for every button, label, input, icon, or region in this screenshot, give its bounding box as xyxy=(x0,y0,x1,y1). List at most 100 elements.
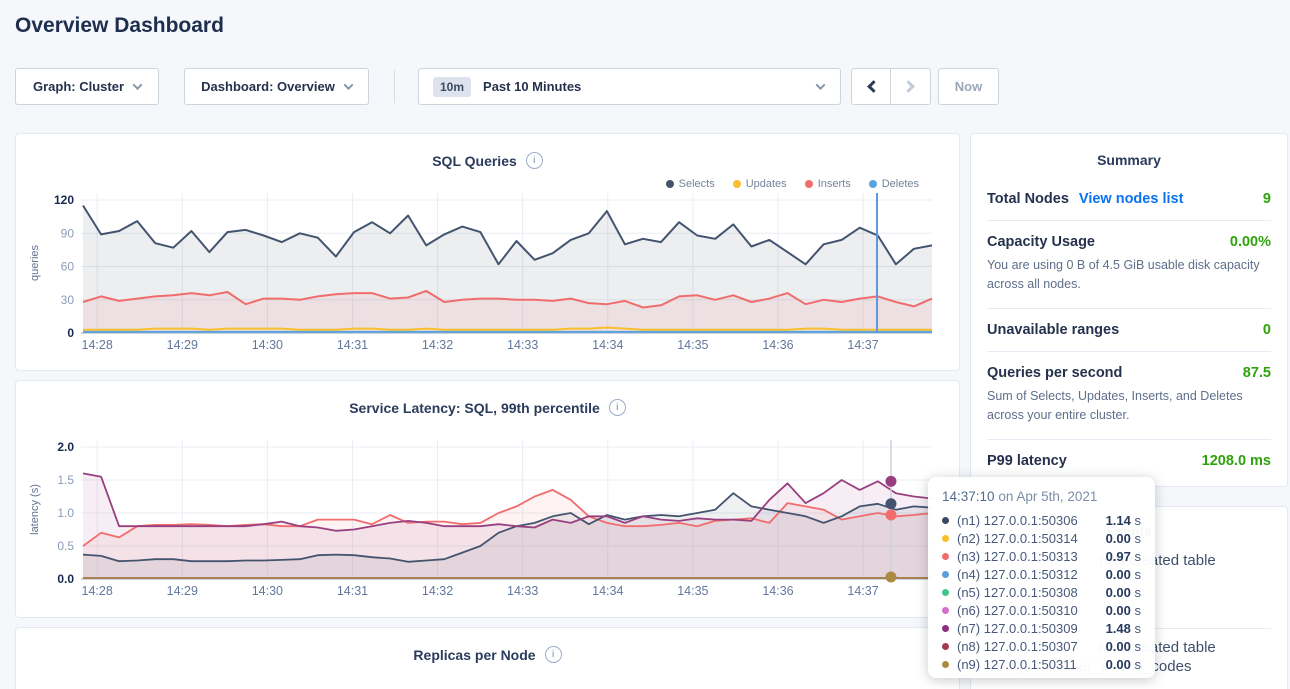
tooltip-node-value: 0.00 s xyxy=(1106,657,1141,672)
info-icon[interactable]: i xyxy=(609,399,626,416)
node-color-dot-icon xyxy=(942,661,949,668)
chevron-right-icon xyxy=(902,80,915,93)
svg-text:0.0: 0.0 xyxy=(57,572,74,586)
legend-dot-icon xyxy=(869,180,877,188)
node-color-dot-icon xyxy=(942,625,949,632)
unavailable-ranges-value: 0 xyxy=(1263,322,1271,338)
service-latency-title: Service Latency: SQL, 99th percentile xyxy=(349,400,600,416)
svg-text:14:28: 14:28 xyxy=(82,584,113,598)
tooltip-node-row: (n8) 127.0.0.1:50307 0.00 s xyxy=(942,637,1141,655)
time-range-select[interactable]: 10m Past 10 Minutes xyxy=(418,68,841,105)
toolbar-divider xyxy=(394,70,395,103)
svg-text:14:37: 14:37 xyxy=(847,584,878,598)
svg-text:14:28: 14:28 xyxy=(82,338,113,352)
p99-latency-value: 1208.0 ms xyxy=(1202,453,1271,469)
tooltip-node-value: 0.00 s xyxy=(1106,639,1141,654)
svg-text:14:32: 14:32 xyxy=(422,338,453,352)
svg-text:latency (s): latency (s) xyxy=(29,484,41,535)
total-nodes-value: 9 xyxy=(1263,191,1271,207)
now-button[interactable]: Now xyxy=(938,68,999,105)
sql-queries-chart[interactable]: 14:2814:2914:3014:3114:3214:3314:3414:35… xyxy=(16,189,961,357)
node-color-dot-icon xyxy=(942,589,949,596)
chevron-down-icon xyxy=(343,80,353,90)
replicas-per-node-panel: Replicas per Node i xyxy=(15,627,960,689)
chevron-left-icon xyxy=(867,80,880,93)
next-time-button[interactable] xyxy=(891,68,931,105)
svg-text:14:34: 14:34 xyxy=(592,584,623,598)
svg-text:120: 120 xyxy=(54,193,74,207)
svg-text:30: 30 xyxy=(61,293,75,307)
total-nodes-label: Total Nodes xyxy=(987,191,1069,207)
tooltip-node-value: 0.97 s xyxy=(1106,549,1141,564)
service-latency-panel: Service Latency: SQL, 99th percentile i … xyxy=(15,380,960,618)
tooltip-node-address: (n2) 127.0.0.1:50314 xyxy=(957,531,1078,546)
dashboard-dropdown[interactable]: Dashboard: Overview xyxy=(184,68,369,105)
tooltip-node-row: (n3) 127.0.0.1:50313 0.97 s xyxy=(942,547,1141,565)
tooltip-node-value: 0.00 s xyxy=(1106,603,1141,618)
tooltip-node-address: (n5) 127.0.0.1:50308 xyxy=(957,585,1078,600)
svg-text:2.0: 2.0 xyxy=(57,440,74,454)
chevron-down-icon xyxy=(133,80,143,90)
tooltip-node-row: (n2) 127.0.0.1:50314 0.00 s xyxy=(942,529,1141,547)
tooltip-node-address: (n3) 127.0.0.1:50313 xyxy=(957,549,1078,564)
tooltip-node-row: (n4) 127.0.0.1:503120.00 s xyxy=(942,565,1141,583)
tooltip-node-value: 0.00 s xyxy=(1106,531,1141,546)
svg-text:14:29: 14:29 xyxy=(167,584,198,598)
graph-dropdown[interactable]: Graph: Cluster xyxy=(15,68,159,105)
svg-text:14:30: 14:30 xyxy=(252,584,283,598)
svg-text:14:33: 14:33 xyxy=(507,584,538,598)
svg-text:14:37: 14:37 xyxy=(847,338,878,352)
sql-queries-title: SQL Queries xyxy=(432,153,517,169)
time-step-buttons xyxy=(851,68,931,105)
summary-row-unavailable-ranges: Unavailable ranges 0 xyxy=(987,309,1271,352)
capacity-usage-value: 0.00% xyxy=(1230,234,1271,250)
p99-latency-label: P99 latency xyxy=(987,453,1067,469)
svg-text:1.5: 1.5 xyxy=(57,473,74,487)
node-color-dot-icon xyxy=(942,535,949,542)
summary-row-capacity: Capacity Usage 0.00% You are using 0 B o… xyxy=(987,221,1271,309)
graph-dropdown-label: Graph: Cluster xyxy=(33,79,124,94)
tooltip-node-address: (n9) 127.0.0.1:50311 xyxy=(957,657,1077,672)
tooltip-node-row: (n6) 127.0.0.1:503100.00 s xyxy=(942,601,1141,619)
svg-text:14:31: 14:31 xyxy=(337,584,368,598)
svg-text:14:29: 14:29 xyxy=(167,338,198,352)
time-range-label: Past 10 Minutes xyxy=(483,79,581,94)
svg-text:60: 60 xyxy=(61,260,75,274)
tooltip-timestamp: 14:37:10 on Apr 5th, 2021 xyxy=(942,489,1141,504)
info-icon[interactable]: i xyxy=(526,152,543,169)
replicas-per-node-title: Replicas per Node xyxy=(413,647,535,663)
svg-text:14:35: 14:35 xyxy=(677,584,708,598)
node-color-dot-icon xyxy=(942,643,949,650)
svg-text:14:33: 14:33 xyxy=(507,338,538,352)
summary-row-total-nodes: Total Nodes View nodes list 9 xyxy=(987,178,1271,221)
svg-text:14:36: 14:36 xyxy=(762,584,793,598)
tooltip-node-row: (n5) 127.0.0.1:503080.00 s xyxy=(942,583,1141,601)
capacity-usage-desc: You are using 0 B of 4.5 GiB usable disk… xyxy=(987,256,1271,295)
tooltip-node-address: (n8) 127.0.0.1:50307 xyxy=(957,639,1078,654)
summary-panel: Summary Total Nodes View nodes list 9 Ca… xyxy=(970,133,1288,487)
view-nodes-list-link[interactable]: View nodes list xyxy=(1079,191,1184,207)
svg-text:queries: queries xyxy=(29,244,41,281)
svg-text:14:34: 14:34 xyxy=(592,338,623,352)
node-color-dot-icon xyxy=(942,571,949,578)
node-color-dot-icon xyxy=(942,607,949,614)
summary-row-p99: P99 latency 1208.0 ms xyxy=(987,440,1271,482)
svg-text:0: 0 xyxy=(67,326,74,340)
summary-row-qps: Queries per second 87.5 Sum of Selects, … xyxy=(987,352,1271,440)
tooltip-node-address: (n1) 127.0.0.1:50306 xyxy=(957,513,1078,528)
service-latency-chart[interactable]: 14:2814:2914:3014:3114:3214:3314:3414:35… xyxy=(16,436,961,608)
info-icon[interactable]: i xyxy=(545,646,562,663)
page-title: Overview Dashboard xyxy=(15,14,224,38)
dashboard-dropdown-label: Dashboard: Overview xyxy=(201,79,335,94)
qps-desc: Sum of Selects, Updates, Inserts, and De… xyxy=(987,387,1271,426)
legend-dot-icon xyxy=(666,180,674,188)
svg-text:90: 90 xyxy=(61,226,75,240)
capacity-usage-label: Capacity Usage xyxy=(987,234,1095,250)
unavailable-ranges-label: Unavailable ranges xyxy=(987,322,1119,338)
chart-hover-tooltip: 14:37:10 on Apr 5th, 2021 (n1) 127.0.0.1… xyxy=(928,477,1155,678)
tooltip-node-value: 1.48 s xyxy=(1106,621,1141,636)
tooltip-node-value: 1.14 s xyxy=(1106,513,1141,528)
svg-text:14:36: 14:36 xyxy=(762,338,793,352)
sql-queries-panel: SQL Queries i SelectsUpdatesInsertsDelet… xyxy=(15,133,960,371)
prev-time-button[interactable] xyxy=(851,68,891,105)
